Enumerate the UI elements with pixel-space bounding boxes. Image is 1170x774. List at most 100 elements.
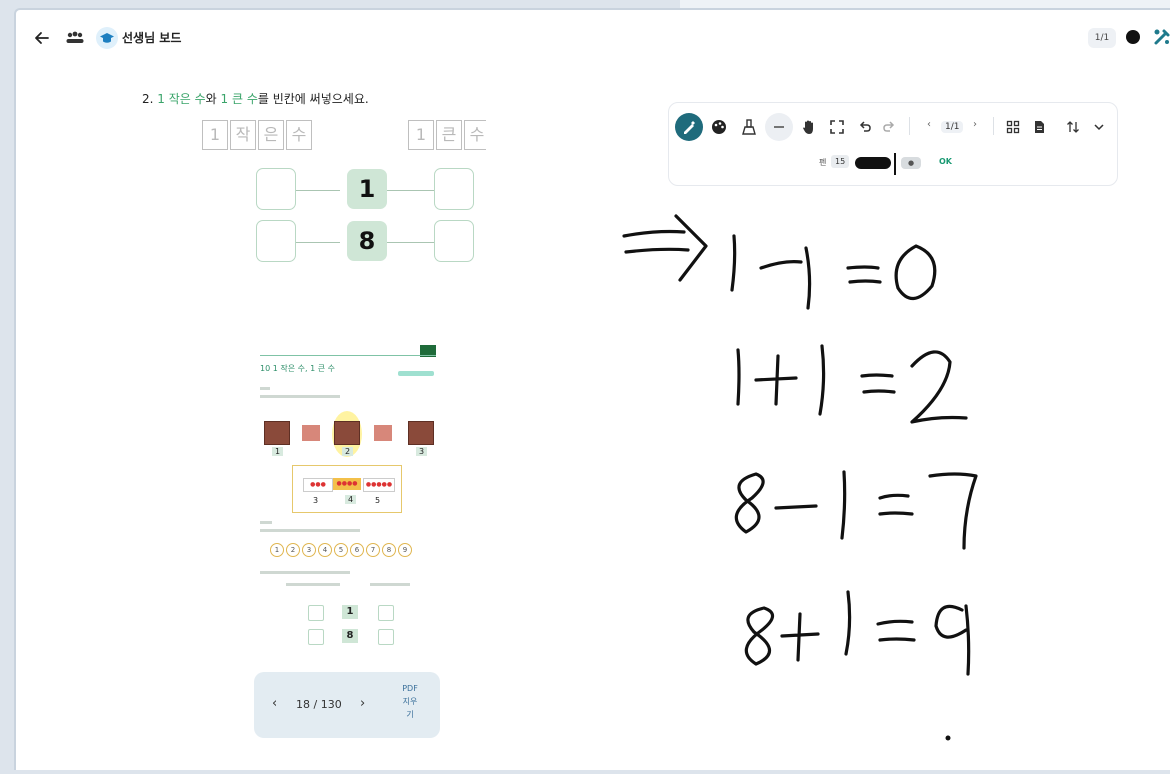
mini-center-number: 1 xyxy=(342,605,358,619)
thumb-number: 2 xyxy=(342,447,354,456)
toolbar-next-page[interactable]: › xyxy=(973,119,977,130)
toolbar-page-indicator: 1/1 xyxy=(941,121,964,133)
ink-digit xyxy=(744,606,775,666)
line-icon[interactable] xyxy=(765,113,793,141)
sequence-circle: 8 xyxy=(382,543,396,557)
thumbnail-rule xyxy=(260,355,436,356)
page-counter: 18 / 130 xyxy=(296,698,342,711)
ink-digit xyxy=(804,246,812,310)
picture-small xyxy=(374,425,392,441)
ink-digit xyxy=(736,348,741,406)
toolbar-separator xyxy=(993,117,994,135)
thumb-number: 1 xyxy=(272,447,284,456)
mini-answer-box xyxy=(308,605,324,621)
page-indicator[interactable]: 1/1 xyxy=(1088,28,1116,48)
ink-digit xyxy=(860,373,896,394)
thumbnail-label-boxes xyxy=(370,583,410,586)
pdf-page-thumbnail[interactable]: 10 1 작은 수, 1 큰 수 1 2 3 ●●● ●●●● ●●●●● 3 … xyxy=(246,335,436,657)
sequence-circle: 2 xyxy=(286,543,300,557)
ink-arrow-stroke xyxy=(624,247,690,254)
sequence-circle: 4 xyxy=(318,543,332,557)
mini-answer-box xyxy=(378,629,394,645)
picture-block xyxy=(264,421,290,445)
prev-page-button[interactable]: ‹ xyxy=(272,696,277,711)
ink-digit xyxy=(754,354,798,406)
ink-digit xyxy=(734,472,765,534)
sequence-circle: 7 xyxy=(366,543,380,557)
pdf-pager: ‹ 18 / 130 › PDF 지우 기 xyxy=(254,672,440,738)
answer-box-less-8[interactable] xyxy=(256,220,296,262)
board-title: 선생님 보드 xyxy=(122,31,182,45)
pen-style-dropdown[interactable]: ● xyxy=(901,157,921,169)
pen-size-value[interactable]: 15 xyxy=(831,155,850,168)
thumbnail-text-line xyxy=(260,571,350,574)
ink-arrow-stroke xyxy=(622,229,686,238)
ok-button[interactable]: OK xyxy=(939,157,952,166)
next-page-button[interactable]: › xyxy=(360,696,365,711)
thumbnail-text-line xyxy=(260,529,360,532)
ink-digit xyxy=(894,244,937,301)
ink-digit xyxy=(846,265,882,284)
thumb-number: 4 xyxy=(345,495,357,504)
redo-icon[interactable] xyxy=(875,113,903,141)
pen-size-label: 펜 xyxy=(819,158,827,167)
teacher-board-window: 선생님 보드 1/1 2. 1 작은 수와 1 큰 수를 빈칸에 써넣으세요. … xyxy=(14,8,1170,770)
mini-answer-box xyxy=(378,605,394,621)
thumbnail-text-line xyxy=(260,387,270,390)
answer-box-less-1[interactable] xyxy=(256,168,296,210)
thumbnail-heading: 10 1 작은 수, 1 큰 수 xyxy=(260,364,335,373)
stroke-preview xyxy=(855,157,891,169)
sort-icon[interactable] xyxy=(1059,113,1087,141)
back-arrow-icon[interactable] xyxy=(32,28,52,48)
tools-icon[interactable] xyxy=(1152,27,1170,47)
thumb-number: 3 xyxy=(313,496,319,505)
ink-digit xyxy=(759,260,803,270)
pen-color-dot-icon[interactable] xyxy=(1126,30,1140,44)
connector-line xyxy=(292,242,340,243)
ink-digit xyxy=(774,504,818,510)
ink-digit xyxy=(876,619,916,642)
thumbnail-tag xyxy=(398,371,434,376)
mini-answer-box xyxy=(308,629,324,645)
pen-icon[interactable] xyxy=(675,113,703,141)
connector-line xyxy=(380,190,436,191)
hand-icon[interactable] xyxy=(795,113,823,141)
ink-digit xyxy=(780,612,820,662)
window-top-strip xyxy=(680,0,1170,8)
people-icon[interactable] xyxy=(64,30,86,46)
palette-icon[interactable] xyxy=(705,113,733,141)
picture-block xyxy=(334,421,360,445)
sequence-circle: 1 xyxy=(270,543,284,557)
connector-line xyxy=(380,242,436,243)
eraser-icon[interactable] xyxy=(735,113,763,141)
pdf-erase-button[interactable]: PDF 지우 기 xyxy=(400,682,420,721)
answer-box-more-1[interactable] xyxy=(434,168,474,210)
sequence-circle: 6 xyxy=(350,543,364,557)
sequence-circle: 5 xyxy=(334,543,348,557)
ink-arrow-stroke xyxy=(674,214,708,282)
ink-digit xyxy=(934,604,971,676)
answer-box-more-8[interactable] xyxy=(434,220,474,262)
ink-digit xyxy=(818,344,826,416)
sequence-circle: 3 xyxy=(302,543,316,557)
sequence-circle: 9 xyxy=(398,543,412,557)
grid-icon[interactable] xyxy=(999,113,1027,141)
thumbnail-text-line xyxy=(260,395,340,398)
picture-small xyxy=(302,425,320,441)
connector-line xyxy=(292,190,340,191)
chevron-down-icon[interactable] xyxy=(1085,113,1113,141)
ink-digit xyxy=(910,350,968,424)
ink-digit xyxy=(928,472,978,550)
header-bar: 선생님 보드 1/1 xyxy=(16,10,1170,66)
ink-digit xyxy=(878,493,914,516)
graduation-cap-icon xyxy=(96,27,118,49)
picture-block xyxy=(408,421,434,445)
thumb-number: 3 xyxy=(416,447,428,456)
toolbar-prev-page[interactable]: ‹ xyxy=(927,119,931,130)
thumb-number: 5 xyxy=(375,496,381,505)
document-icon[interactable] xyxy=(1025,113,1053,141)
fullscreen-icon[interactable] xyxy=(823,113,851,141)
center-number-8: 8 xyxy=(347,221,387,261)
ink-dot xyxy=(945,735,951,741)
ink-digit xyxy=(730,234,737,292)
